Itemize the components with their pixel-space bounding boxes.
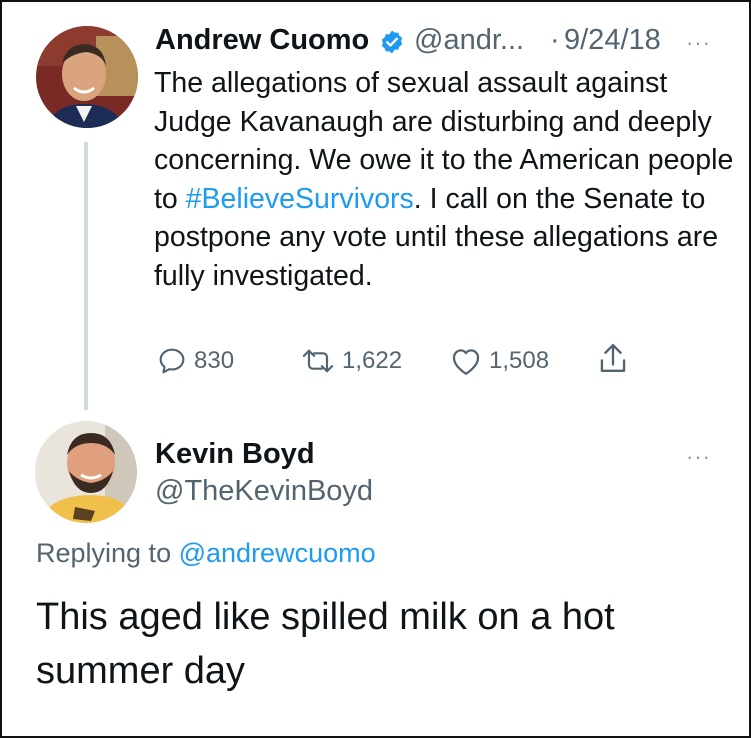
verified-badge-icon — [379, 29, 405, 55]
reply-author-name[interactable]: Kevin Boyd — [155, 438, 315, 471]
retweet-icon — [302, 349, 334, 373]
reply-text: This aged like spilled milk on a hot sum… — [36, 596, 615, 692]
tweet-date[interactable]: 9/24/18 — [564, 24, 661, 57]
replying-to-handle-link[interactable]: @andrewcuomo — [179, 538, 376, 568]
like-action[interactable]: 1,508 — [449, 344, 549, 378]
kevin-boyd-avatar[interactable] — [35, 421, 137, 523]
tweet-author-name[interactable]: Andrew Cuomo — [155, 24, 369, 57]
hashtag-link[interactable]: #BelieveSurvivors — [186, 183, 414, 215]
retweet-action[interactable]: 1,622 — [300, 344, 402, 378]
retweet-count: 1,622 — [342, 347, 403, 374]
replying-to-line: Replying to @andrewcuomo — [36, 538, 376, 569]
reply-count: 830 — [194, 347, 235, 374]
screenshot-frame: Andrew Cuomo @andr... · 9/24/18 ··· The … — [0, 0, 751, 738]
andrew-cuomo-avatar[interactable] — [36, 26, 138, 128]
reply-icon — [159, 348, 185, 374]
thread-connector-line — [84, 142, 88, 410]
share-icon — [600, 343, 626, 372]
like-icon — [452, 349, 480, 375]
date-separator: · — [550, 24, 560, 56]
tweet-author-handle[interactable]: @andr... — [414, 24, 524, 57]
tweet-text: The allegations of sexual assault agains… — [154, 64, 734, 295]
reply-action[interactable]: 830 — [156, 344, 234, 378]
reply-author-handle[interactable]: @TheKevinBoyd — [155, 475, 373, 508]
tweet-more-options-icon[interactable]: ··· — [686, 30, 711, 56]
like-count: 1,508 — [489, 347, 550, 374]
replying-to-label: Replying to — [36, 538, 172, 568]
reply-more-options-icon[interactable]: ··· — [686, 444, 711, 470]
share-action[interactable] — [596, 342, 636, 376]
